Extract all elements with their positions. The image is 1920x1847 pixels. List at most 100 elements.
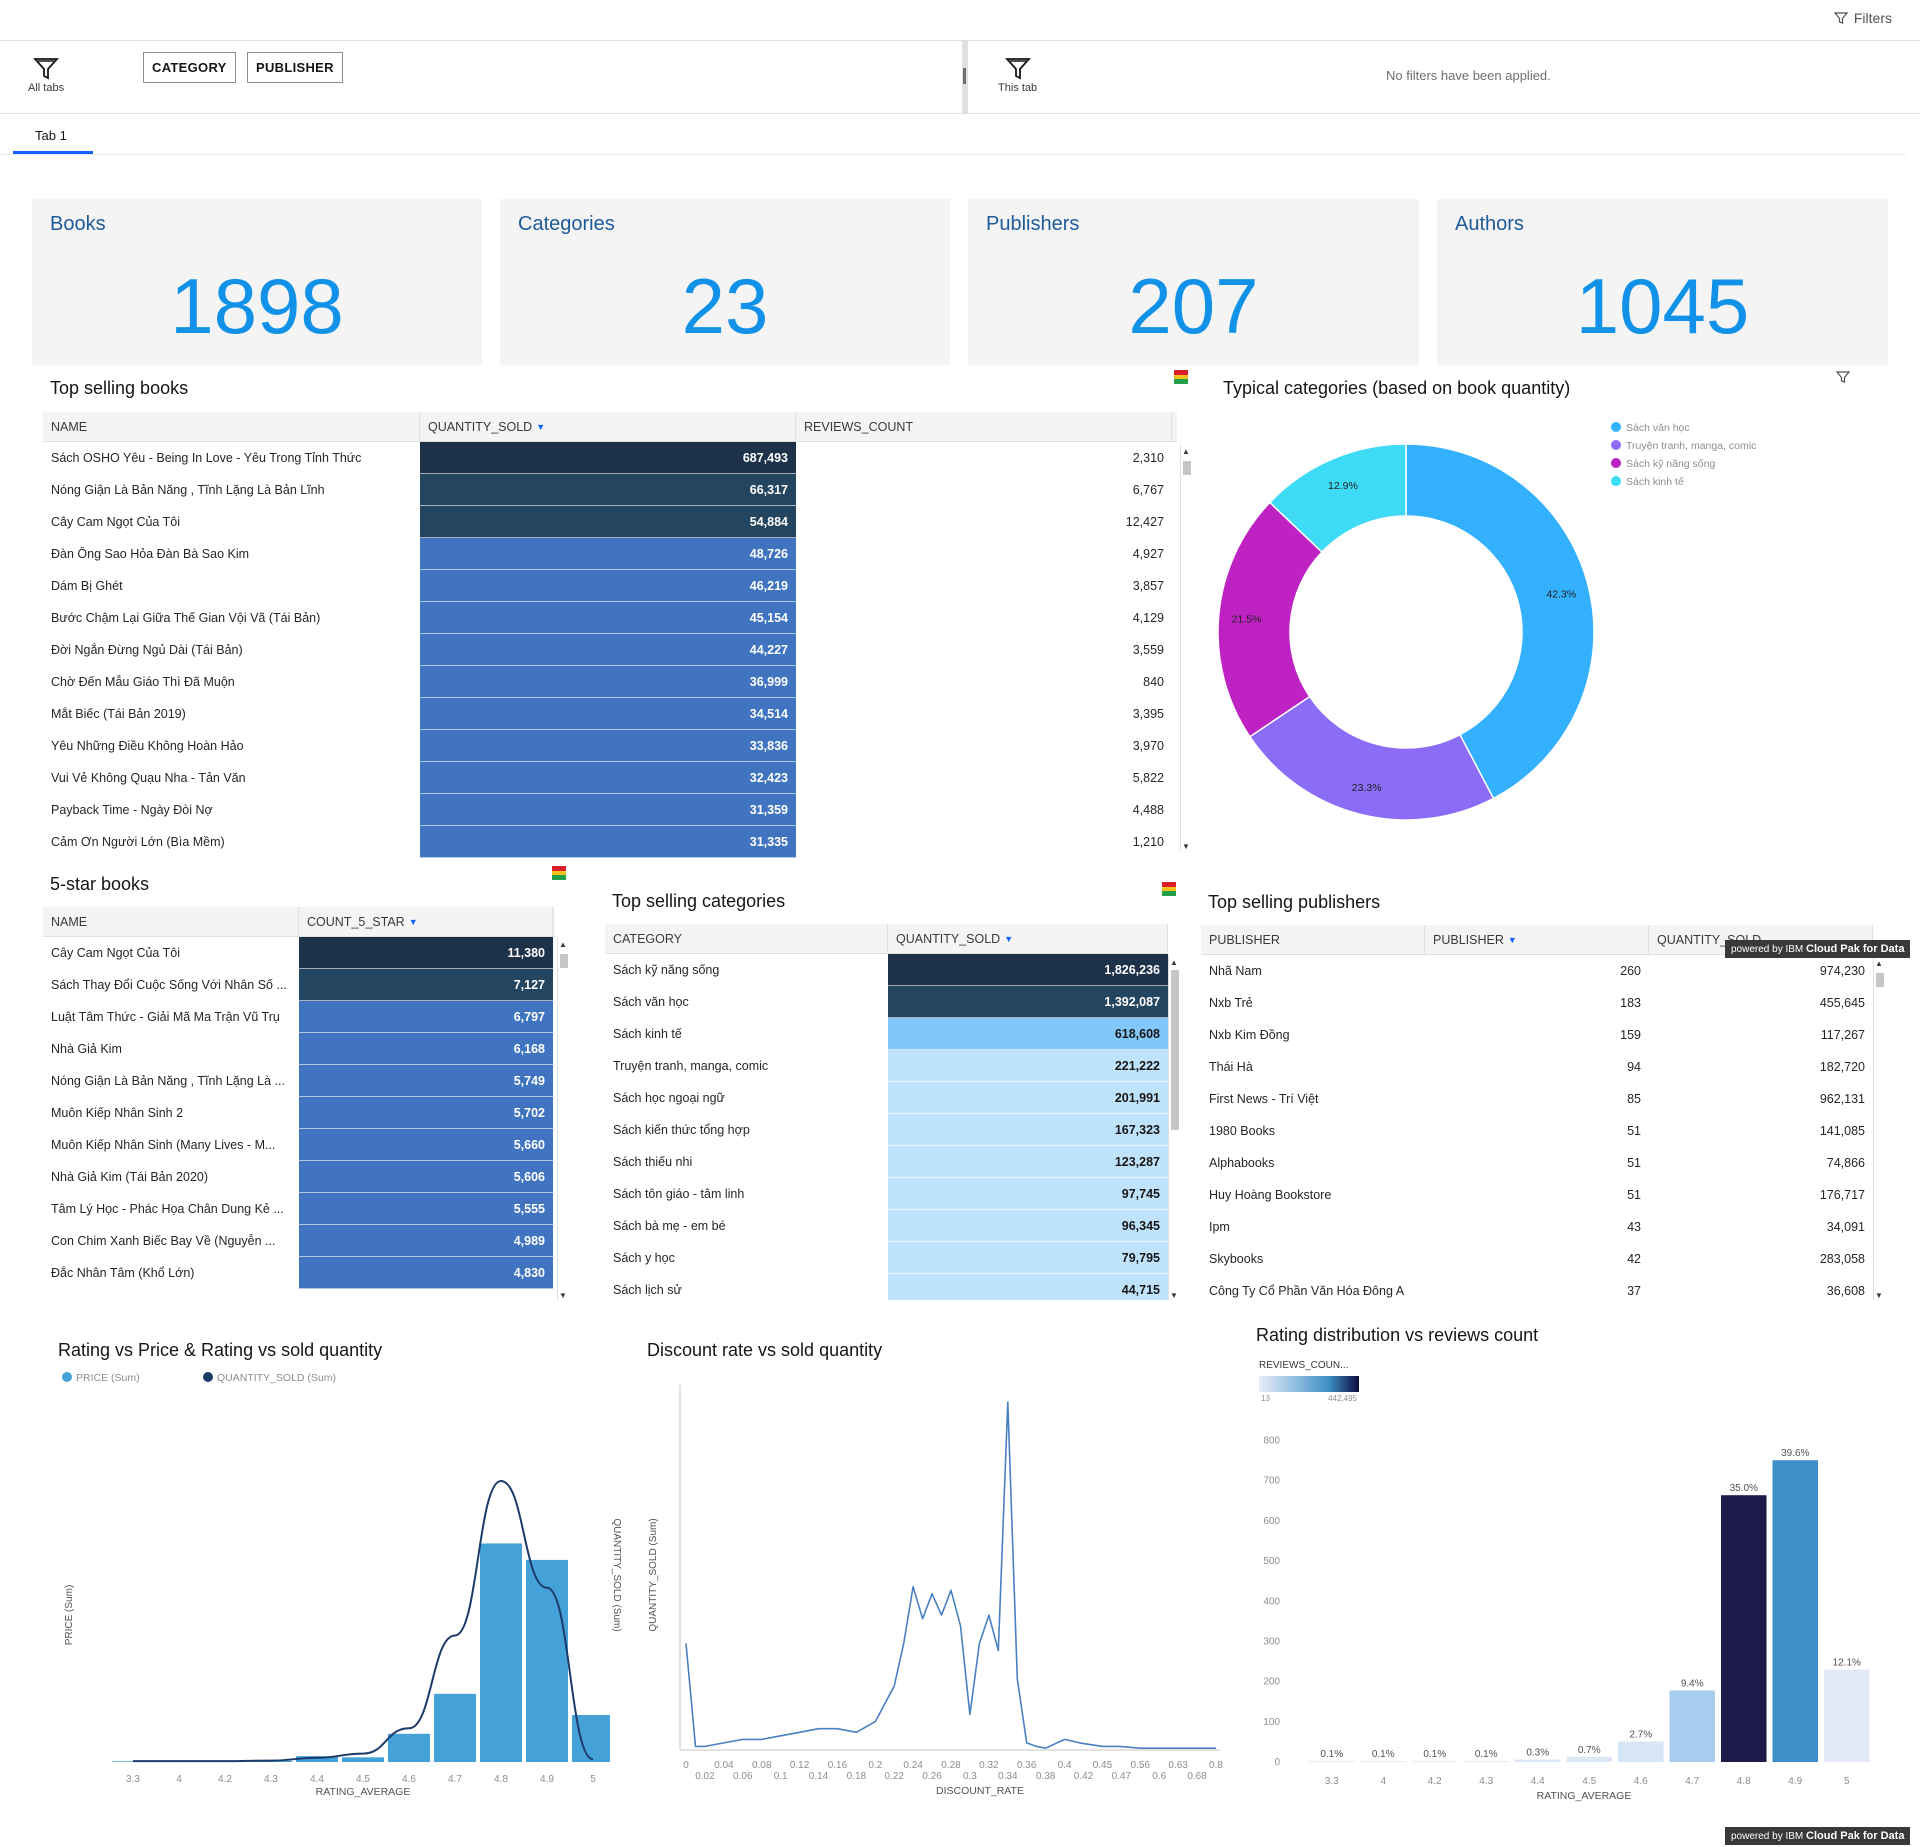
column-header-reviews-count[interactable]: REVIEWS_COUNT xyxy=(796,412,1172,441)
table-row[interactable]: Sách kinh tế 618,608 xyxy=(605,1018,1168,1050)
table-row[interactable]: Công Ty Cổ Phần Văn Hóa Đông A 37 36,608 xyxy=(1201,1275,1873,1300)
slice-label: 21.5% xyxy=(1232,613,1262,625)
scrollbar[interactable]: ▲ ▼ xyxy=(1168,956,1180,1300)
table-row[interactable]: Tâm Lý Học - Phác Họa Chân Dung Kẻ ... 5,… xyxy=(43,1193,555,1225)
table-row[interactable]: Sách kỹ năng sống 1,826,236 xyxy=(605,954,1168,986)
column-header-quantity-sold[interactable]: QUANTITY_SOLD ▼ xyxy=(888,924,1168,953)
x-axis-label: RATING_AVERAGE xyxy=(316,1786,411,1798)
table-row[interactable]: Con Chim Xanh Biếc Bay Về (Nguyễn ... 4,9… xyxy=(43,1225,555,1257)
row-value-cell: 167,323 xyxy=(888,1114,1168,1146)
table-row[interactable]: Luật Tâm Thức - Giải Mã Ma Trận Vũ Trụ 6,… xyxy=(43,1001,555,1033)
table-row[interactable]: Sách tôn giáo - tâm linh 97,745 xyxy=(605,1178,1168,1210)
scrollbar[interactable]: ▲ ▼ xyxy=(557,938,569,1300)
this-tab-filter[interactable]: This tab xyxy=(998,56,1037,94)
table-row[interactable]: Payback Time - Ngày Đòi Nợ 31,359 4,488 xyxy=(43,794,1177,826)
table-row[interactable]: Sách bà mẹ - em bé 96,345 xyxy=(605,1210,1168,1242)
rating-distribution-chart: REVIEWS_COUN... 13 442,495 0 100 200 300 400 500… xyxy=(1259,1360,1870,1802)
row-value: 51 xyxy=(1627,1188,1641,1202)
x-tick-label: 4.8 xyxy=(494,1774,508,1785)
scrollbar[interactable]: ▲ ▼ xyxy=(1873,957,1885,1300)
table-row[interactable]: Muôn Kiếp Nhân Sinh 2 5,702 xyxy=(43,1097,555,1129)
column-header-publisher[interactable]: PUBLISHER ▼ xyxy=(1425,925,1649,954)
row-value-cell: 6,168 xyxy=(299,1033,553,1065)
table-row[interactable]: Dám Bị Ghét 46,219 3,857 xyxy=(43,570,1177,602)
table-row[interactable]: Sách học ngoại ngữ 201,991 xyxy=(605,1082,1168,1114)
column-header-publisher[interactable]: PUBLISHER xyxy=(1201,925,1425,954)
table-row[interactable]: Vui Vẻ Không Quạu Nha - Tản Văn 32,423 5,8… xyxy=(43,762,1177,794)
table-row[interactable]: Skybooks 42 283,058 xyxy=(1201,1243,1873,1275)
table-row[interactable]: Thái Hà 94 182,720 xyxy=(1201,1051,1873,1083)
table-row[interactable]: Nóng Giận Là Bản Năng , Tĩnh Lặng Là ...… xyxy=(43,1065,555,1097)
table-row[interactable]: Sách thiếu nhi 123,287 xyxy=(605,1146,1168,1178)
table-row[interactable]: Sách kiến thức tổng hợp 167,323 xyxy=(605,1114,1168,1146)
table-row[interactable]: Cây Cam Ngọt Của Tôi 54,884 12,427 xyxy=(43,506,1177,538)
table-row[interactable]: Đời Ngắn Đừng Ngủ Dài (Tái Bản) 44,227 3,5… xyxy=(43,634,1177,666)
x-tick-label: 0.24 xyxy=(903,1760,923,1771)
table-row[interactable]: Sách Thay Đổi Cuộc Sống Với Nhân Số ... 7… xyxy=(43,969,555,1001)
table-row[interactable]: Đắc Nhân Tâm (Khổ Lớn) 4,830 xyxy=(43,1257,555,1289)
column-header-label: NAME xyxy=(51,419,88,434)
x-tick-label: 0.6 xyxy=(1152,1771,1166,1782)
row-value: 36,608 xyxy=(1826,1284,1865,1298)
x-tick-label: 4.5 xyxy=(356,1774,370,1785)
table-row[interactable]: Huy Hoàng Bookstore 51 176,717 xyxy=(1201,1179,1873,1211)
table-row[interactable]: Cảm Ơn Người Lớn (Bìa Mềm) 31,335 1,210 xyxy=(43,826,1177,858)
table-row[interactable]: Nhà Giả Kim 6,168 xyxy=(43,1033,555,1065)
x-tick-label: 4.8 xyxy=(1737,1776,1751,1787)
y-tick-label: 200 xyxy=(1263,1677,1280,1688)
table-row[interactable]: Chờ Đến Mẫu Giáo Thì Đã Muộn 36,999 840 xyxy=(43,666,1177,698)
table-row[interactable]: Bước Chậm Lại Giữa Thế Gian Vội Vã (Tái … xyxy=(43,602,1177,634)
table-row[interactable]: Nóng Giận Là Bản Năng , Tĩnh Lặng Là Bản… xyxy=(43,474,1177,506)
table-row[interactable]: Alphabooks 51 74,866 xyxy=(1201,1147,1873,1179)
filter-icon[interactable] xyxy=(1836,370,1850,384)
row-name: Nxb Trẻ xyxy=(1209,996,1253,1010)
table-row[interactable]: Nxb Trẻ 183 455,645 xyxy=(1201,987,1873,1019)
series-line xyxy=(133,1479,594,1763)
x-tick-label: 0.22 xyxy=(884,1771,904,1782)
column-header-count-5-star[interactable]: COUNT_5_STAR ▼ xyxy=(299,907,553,936)
table-row[interactable]: Muôn Kiếp Nhân Sinh (Many Lives - M... 5,… xyxy=(43,1129,555,1161)
row-value: 117,267 xyxy=(1820,1028,1865,1042)
row-name: Skybooks xyxy=(1209,1252,1264,1266)
x-tick-label: 0.26 xyxy=(922,1771,942,1782)
x-tick-label: 0.1 xyxy=(774,1771,788,1782)
filters-button[interactable]: Filters xyxy=(1833,10,1892,26)
table-row[interactable]: Cây Cam Ngọt Của Tôi 11,380 xyxy=(43,937,555,969)
table-row[interactable]: Sách OSHO Yêu - Being In Love - Yêu Tron… xyxy=(43,442,1177,474)
table-row[interactable]: Truyện tranh, manga, comic 221,222 xyxy=(605,1050,1168,1082)
scrollbar[interactable]: ▲ ▼ xyxy=(1180,445,1192,851)
table-row[interactable]: Sách văn học 1,392,087 xyxy=(605,986,1168,1018)
table-row[interactable]: Yêu Những Điều Không Hoàn Hảo 33,836 3,970 xyxy=(43,730,1177,762)
legend-swatch xyxy=(203,1372,213,1382)
table-row[interactable]: First News - Trí Việt 85 962,131 xyxy=(1201,1083,1873,1115)
table-row[interactable]: Mắt Biếc (Tái Bản 2019) 34,514 3,395 xyxy=(43,698,1177,730)
row-name: Ipm xyxy=(1209,1220,1230,1234)
table-row[interactable]: Nxb Kim Đồng 159 117,267 xyxy=(1201,1019,1873,1051)
filter-icon xyxy=(33,58,60,80)
data-label: 0.1% xyxy=(1423,1749,1446,1760)
row-name: Cây Cam Ngọt Của Tôi xyxy=(51,515,180,529)
ibm-badge-prefix: powered by IBM xyxy=(1731,944,1804,955)
table-row[interactable]: Nhà Giả Kim (Tái Bản 2020) 5,606 xyxy=(43,1161,555,1193)
column-header-category[interactable]: CATEGORY xyxy=(605,924,888,953)
tab-1[interactable]: Tab 1 xyxy=(12,128,90,143)
row-value-cell: 5,702 xyxy=(299,1097,553,1129)
table-row[interactable]: Nhã Nam 260 974,230 xyxy=(1201,955,1873,987)
data-label: 0.1% xyxy=(1372,1749,1395,1760)
splitter-handle[interactable] xyxy=(963,68,966,84)
x-tick-label: 4.2 xyxy=(218,1774,232,1785)
column-header-label: PUBLISHER xyxy=(1209,932,1280,947)
row-name: Nhà Giả Kim xyxy=(51,1042,122,1056)
table-row[interactable]: 1980 Books 51 141,085 xyxy=(1201,1115,1873,1147)
category-filter-pill[interactable]: CATEGORY xyxy=(143,52,236,83)
all-tabs-filter[interactable]: All tabs xyxy=(28,56,64,94)
column-header-quantity-sold[interactable]: QUANTITY_SOLD ▼ xyxy=(420,412,796,441)
publisher-filter-pill[interactable]: PUBLISHER xyxy=(247,52,343,83)
column-header-name[interactable]: NAME xyxy=(43,412,420,441)
column-header-label: REVIEWS_COUNT xyxy=(804,419,914,434)
table-row[interactable]: Ipm 43 34,091 xyxy=(1201,1211,1873,1243)
column-header-name[interactable]: NAME xyxy=(43,907,299,936)
table-row[interactable]: Sách y học 79,795 xyxy=(605,1242,1168,1274)
table-row[interactable]: Sách lịch sử 44,715 xyxy=(605,1274,1168,1300)
table-row[interactable]: Đàn Ông Sao Hỏa Đàn Bà Sao Kim 48,726 4,92… xyxy=(43,538,1177,570)
